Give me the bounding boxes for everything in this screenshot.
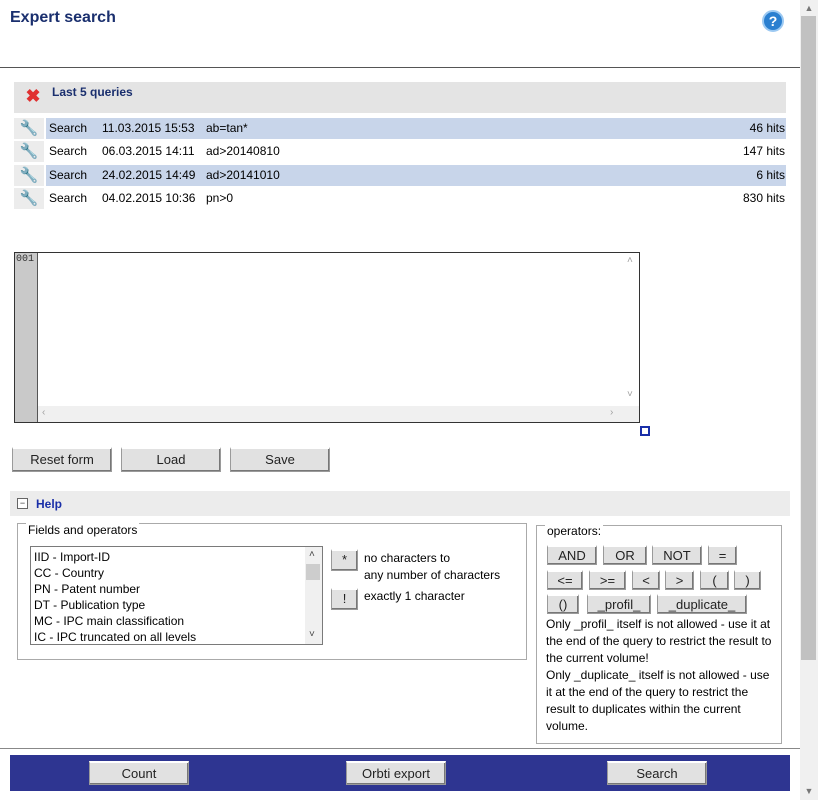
query-date: 24.02.2015 14:49	[100, 165, 216, 186]
search-button[interactable]: Search	[607, 761, 707, 785]
duplicate-note: Only _duplicate_ itself is not allowed -…	[546, 668, 770, 733]
duplicate-operator-button[interactable]: _duplicate_	[657, 594, 747, 614]
collapse-icon[interactable]: −	[17, 498, 28, 509]
list-item[interactable]: DT - Publication type	[34, 597, 145, 613]
save-button[interactable]: Save	[230, 447, 330, 472]
wildcard-star-button[interactable]: *	[331, 549, 358, 571]
ge-operator-button[interactable]: >=	[589, 570, 626, 590]
query-text[interactable]: ab=tan*	[204, 118, 764, 139]
query-date: 06.03.2015 14:11	[102, 144, 195, 158]
wildcard-star-desc-line: any number of characters	[364, 568, 501, 582]
editor-vertical-scrollbar[interactable]: ˄ ˅	[623, 253, 639, 405]
operators-legend: operators:	[545, 524, 604, 538]
reset-form-button[interactable]: Reset form	[12, 447, 112, 472]
wrench-icon[interactable]: 🔧	[14, 141, 44, 162]
le-operator-button[interactable]: <=	[547, 570, 583, 590]
close-icon[interactable]: ✖	[24, 87, 42, 105]
right-paren-button[interactable]: )	[734, 570, 761, 590]
query-text[interactable]: pn>0	[204, 188, 764, 209]
last-queries-title: Last 5 queries	[52, 85, 133, 99]
line-number-gutter	[15, 253, 38, 422]
query-row[interactable]: 🔧 Search 04.02.2015 10:36 pn>0 830 hits	[14, 188, 786, 209]
query-input[interactable]	[38, 253, 622, 405]
help-section-header[interactable]	[10, 491, 790, 516]
fields-listbox[interactable]: IID - Import-ID CC - Country PN - Patent…	[30, 546, 323, 645]
scrollbar-corner	[623, 406, 639, 422]
not-operator-button[interactable]: NOT	[652, 545, 702, 565]
wildcard-star-description: no characters to any number of character…	[364, 550, 500, 584]
scroll-up-arrow-icon[interactable]: ▲	[800, 0, 818, 16]
or-operator-button[interactable]: OR	[603, 545, 647, 565]
scroll-down-arrow-icon[interactable]: ▼	[800, 783, 818, 799]
parentheses-button[interactable]: ()	[547, 594, 579, 614]
wildcard-excl-description: exactly 1 character	[364, 589, 465, 603]
operators-note: Only _profil_ itself is not allowed - us…	[546, 616, 778, 735]
query-hits: 147 hits	[742, 144, 785, 158]
wrench-icon[interactable]: 🔧	[14, 118, 44, 139]
chevron-down-icon[interactable]: ˅	[309, 629, 315, 640]
page-title: Expert search	[10, 9, 116, 26]
resize-handle-icon[interactable]	[640, 426, 650, 436]
page-scrollbar-thumb[interactable]	[801, 16, 816, 660]
help-title[interactable]: Help	[36, 497, 62, 511]
chevron-left-icon[interactable]: ‹	[42, 407, 45, 418]
query-date: 11.03.2015 15:53	[100, 118, 216, 139]
export-button[interactable]: Orbti export	[346, 761, 446, 785]
load-button[interactable]: Load	[121, 447, 221, 472]
lt-operator-button[interactable]: <	[632, 570, 660, 590]
left-paren-button[interactable]: (	[700, 570, 729, 590]
list-item[interactable]: CC - Country	[34, 565, 104, 581]
chevron-right-icon[interactable]: ›	[610, 407, 613, 418]
list-item[interactable]: MC - IPC main classification	[34, 613, 184, 629]
question-icon[interactable]: ?	[762, 10, 784, 32]
wrench-icon[interactable]: 🔧	[14, 188, 44, 209]
profil-operator-button[interactable]: _profil_	[587, 594, 651, 614]
gt-operator-button[interactable]: >	[665, 570, 694, 590]
equals-operator-button[interactable]: =	[708, 545, 737, 565]
fields-operators-legend: Fields and operators	[26, 523, 140, 537]
query-text[interactable]: ad>20140810	[204, 141, 764, 162]
count-button[interactable]: Count	[89, 761, 189, 785]
wildcard-star-desc-line: no characters to	[364, 551, 451, 565]
wildcard-excl-button[interactable]: !	[331, 588, 358, 610]
query-hits: 6 hits	[714, 165, 786, 186]
list-item[interactable]: IC - IPC truncated on all levels	[34, 629, 196, 644]
list-item[interactable]: PN - Patent number	[34, 581, 140, 597]
query-hits: 830 hits	[742, 191, 785, 205]
chevron-down-icon[interactable]: ˅	[627, 389, 633, 400]
list-item[interactable]: IID - Import-ID	[34, 549, 110, 565]
and-operator-button[interactable]: AND	[547, 545, 597, 565]
footer-divider	[0, 748, 800, 749]
query-row[interactable]: 🔧 Search 24.02.2015 14:49 ad>20141010 6 …	[14, 165, 786, 186]
line-number: 001	[16, 254, 35, 265]
profil-note: Only _profil_ itself is not allowed - us…	[546, 617, 772, 665]
chevron-up-icon[interactable]: ˄	[627, 255, 633, 266]
query-row[interactable]: 🔧 Search 11.03.2015 15:53 ab=tan* 46 hit…	[14, 118, 786, 139]
editor-horizontal-scrollbar[interactable]: ‹ ›	[38, 406, 623, 422]
header-divider	[0, 67, 800, 68]
query-row[interactable]: 🔧 Search 06.03.2015 14:11 ad>20140810 14…	[14, 141, 786, 162]
fields-list-scroll-thumb[interactable]	[306, 564, 320, 580]
fields-list-scrollbar[interactable]: ˄ ˅	[305, 547, 322, 644]
chevron-up-icon[interactable]: ˄	[309, 549, 315, 560]
query-text[interactable]: ad>20141010	[204, 165, 764, 186]
wrench-icon[interactable]: 🔧	[14, 165, 44, 186]
query-hits: 46 hits	[714, 118, 786, 139]
query-date: 04.02.2015 10:36	[102, 191, 196, 205]
